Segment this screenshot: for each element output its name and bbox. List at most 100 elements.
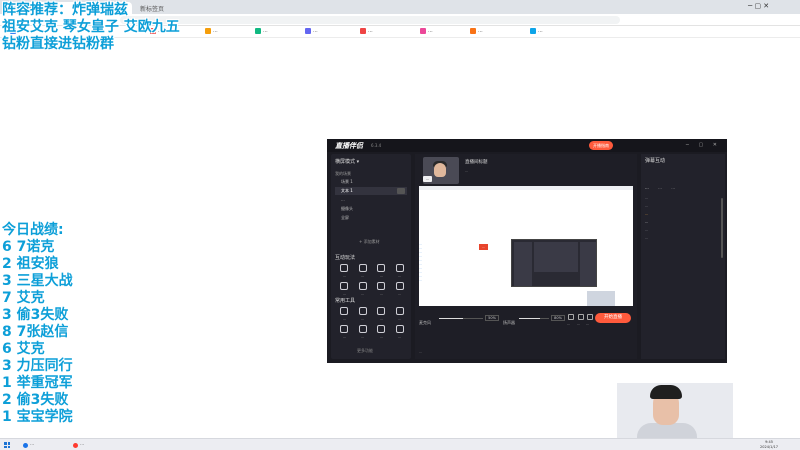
effects-icon[interactable] <box>568 314 574 320</box>
tool-icon <box>358 325 367 333</box>
bookmark-item[interactable]: ... <box>420 28 433 34</box>
record-line: 6 7诺克 <box>2 239 55 255</box>
record-line: 2 偷3失败 <box>2 392 69 408</box>
tool-button[interactable]: ... <box>372 325 391 339</box>
tool-button[interactable]: ... <box>372 282 391 296</box>
speaker-volume[interactable]: 80% <box>551 315 565 321</box>
nested-panel <box>580 242 596 286</box>
bookmark-item[interactable]: ... <box>530 28 543 34</box>
tool-button[interactable]: ... <box>354 282 373 296</box>
tool-button[interactable]: ... <box>372 264 391 278</box>
audio-controls: 麦克风 50% 扬声器 80% ... ... ... 开始直播 <box>419 308 633 338</box>
scene-item[interactable]: 全屏 <box>335 214 407 222</box>
scene-item[interactable]: ... <box>335 196 407 204</box>
chat-scrollbar[interactable] <box>721 198 723 258</box>
taskbar-item[interactable]: ... <box>20 441 37 449</box>
add-source-button[interactable]: + 添加素材 <box>359 239 380 245</box>
ctl-label: ... <box>577 322 581 326</box>
tool-icon <box>340 325 349 333</box>
tool-button[interactable]: ... <box>354 325 373 339</box>
record-line: 3 力压同行 <box>2 358 73 374</box>
scene-header: 我的场景 <box>335 171 351 176</box>
bookmark-icon <box>530 28 536 34</box>
chat-tab[interactable]: ... <box>658 185 662 190</box>
tool-icon <box>340 307 349 315</box>
app-window-controls[interactable]: ─ ▢ ✕ <box>686 142 721 148</box>
mic-volume[interactable]: 50% <box>485 315 499 321</box>
tool-button[interactable]: ... <box>391 325 410 339</box>
bookmark-icon <box>205 28 211 34</box>
nested-app-preview <box>511 239 597 287</box>
chat-message: ... <box>645 204 649 208</box>
record-line: 1 宝宝学院 <box>2 409 73 425</box>
url-field[interactable] <box>120 16 620 24</box>
bookmark-item[interactable]: ... <box>470 28 483 34</box>
room-title[interactable]: 直播间标题 <box>465 159 488 165</box>
ctl-label: ... <box>586 322 590 326</box>
mode-selector[interactable]: 横屏模式 ▾ <box>335 158 359 165</box>
chat-tab[interactable]: ... <box>671 185 675 190</box>
taskbar-clock[interactable]: 9:45 2024/1/17 <box>760 440 778 450</box>
open-guide-button[interactable]: 开播指南 <box>589 141 613 150</box>
chat-tab[interactable]: ... <box>645 185 649 190</box>
tool-button[interactable]: ... <box>335 282 354 296</box>
webcam-hair <box>650 385 682 399</box>
tool-icon <box>340 282 349 290</box>
lineup-overlay: 阵容推荐：炸弹瑞兹 祖安艾克 琴女皇子 艾欧九五 钻粉直接进钻粉群 <box>2 2 180 53</box>
app-titlebar: 直播伴侣 6.3.4 开播指南 ─ ▢ ✕ <box>327 139 727 152</box>
tool-icon <box>395 307 404 315</box>
tool-button[interactable]: ... <box>354 307 373 321</box>
settings-icon[interactable] <box>587 314 593 320</box>
record-title: 今日战绩: <box>2 222 64 238</box>
mic-label: 麦克风 <box>419 320 431 325</box>
scene-item[interactable]: 摄像头 <box>335 205 407 213</box>
speaker-slider[interactable] <box>519 318 549 319</box>
tool-icon <box>395 264 404 272</box>
tool-button[interactable]: ... <box>335 307 354 321</box>
start-menu-icon[interactable] <box>4 442 10 448</box>
chat-panel: 弹幕互动 ... ... ... ... ... ... ... ... ... <box>641 154 725 359</box>
record-line: 6 艾克 <box>2 341 45 357</box>
tool-button[interactable]: ... <box>391 307 410 321</box>
avatar-face <box>434 163 446 177</box>
taskbar-item[interactable]: ... <box>70 441 87 449</box>
tool-button[interactable]: ... <box>354 264 373 278</box>
window-controls[interactable]: ─ ▢ ✕ <box>748 2 769 10</box>
preview-canvas[interactable]: ... ... ... ... ... ... ... ... ... ... … <box>419 186 633 306</box>
chat-messages: ... ... ... ... ... ... <box>645 196 719 244</box>
tool-icon <box>377 282 386 290</box>
scene-item-selected[interactable]: 文本 1 <box>335 187 407 195</box>
chat-message: ... <box>645 196 649 200</box>
tool-icon <box>358 264 367 272</box>
tool-button[interactable]: ... <box>391 264 410 278</box>
bookmark-icon <box>305 28 311 34</box>
bookmark-icon <box>470 28 476 34</box>
scene-item[interactable]: 场景 1 <box>335 178 407 186</box>
chat-tabs: ... ... ... <box>645 185 683 190</box>
tool-button[interactable]: ... <box>391 282 410 296</box>
tool-button[interactable]: ... <box>335 264 354 278</box>
live-companion-window: 直播伴侣 6.3.4 开播指南 ─ ▢ ✕ 横屏模式 ▾ 我的场景 场景 1 文… <box>327 139 727 363</box>
overlay-line: 祖安艾克 琴女皇子 艾欧九五 <box>2 19 180 35</box>
source-tools-icon[interactable] <box>397 188 405 194</box>
bookmark-item[interactable]: ... <box>360 28 373 34</box>
bookmark-item[interactable]: ... <box>305 28 318 34</box>
interaction-tools: ... ... ... ... ... ... ... ... <box>335 264 409 296</box>
tool-icon <box>358 282 367 290</box>
chat-header: 弹幕互动 <box>645 158 666 164</box>
room-subtitle: ... <box>465 169 469 173</box>
start-live-button[interactable]: 开始直播 <box>595 313 631 323</box>
bookmark-item[interactable]: ... <box>255 28 268 34</box>
tool-button[interactable]: ... <box>372 307 391 321</box>
room-info: 直播间标题 ... ... <box>419 157 633 184</box>
webcam-shirt <box>637 423 697 439</box>
tool-button[interactable]: ... <box>335 325 354 339</box>
bookmark-item[interactable]: ... <box>205 28 218 34</box>
more-functions-button[interactable]: 更多功能 <box>357 348 373 354</box>
record-icon[interactable] <box>578 314 584 320</box>
record-line: 3 偷3失败 <box>2 307 69 323</box>
chat-message: ... <box>645 228 649 232</box>
mic-slider[interactable] <box>439 318 483 319</box>
overlay-line: 阵容推荐：炸弹瑞兹 <box>2 2 128 18</box>
live-preview: 直播间标题 ... ... ... ... ... ... ... ... ..… <box>415 154 637 359</box>
